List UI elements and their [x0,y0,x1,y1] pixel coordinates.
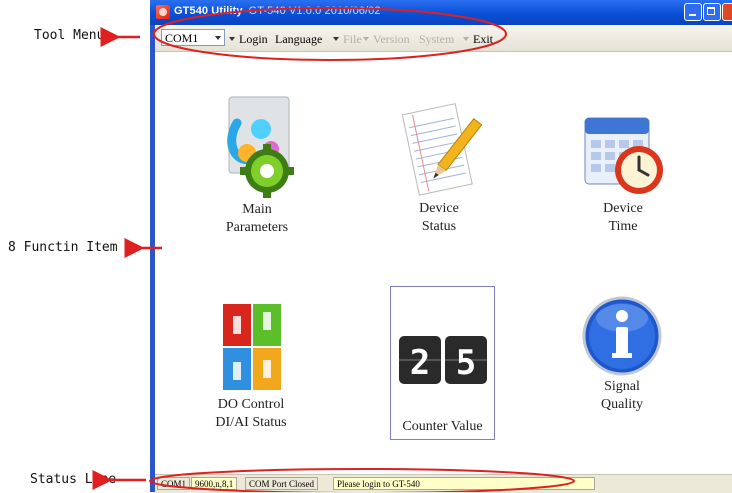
counter-display-icon: 2 5 [398,336,487,384]
window-title-name: GT540 Utility [174,5,243,17]
status-message: Please login to GT-540 [333,477,595,490]
status-settings: 9600,n,8,1 [191,477,238,490]
system-arrow-icon [463,37,469,41]
device-status-item[interactable]: Device Status [383,98,495,236]
status-port: COM1 [157,477,191,490]
maximize-button[interactable] [703,3,721,21]
app-icon [156,5,170,19]
window-border [150,0,155,492]
signal-quality-item[interactable]: Signal Quality [562,294,682,414]
device-status-label-2: Status [421,219,457,234]
calendar-clock-icon [584,117,663,194]
function-items-annotation: 8 Functin Item [8,240,118,255]
device-time-item[interactable]: Device Time [568,100,678,236]
language-arrow-icon [333,37,339,41]
counter-value-item[interactable]: 2 5 Counter Value [390,330,495,436]
system-menu[interactable]: System [419,32,454,47]
signal-quality-label-2: Quality [601,397,643,412]
do-control-item[interactable]: DO Control DI/AI Status [191,300,311,432]
switch-panel-icon [223,304,281,390]
tool-menu: COM1 Login Language File Version System … [155,25,732,52]
window-title-version: GT-540 V1.0.0 2010/06/02 [248,5,381,17]
settings-gear-icon [227,96,294,198]
device-time-label-1: Device [603,201,643,216]
close-button[interactable] [722,3,732,21]
title-bar[interactable]: GT540 Utility GT-540 V1.0.0 2010/06/02 [150,0,732,25]
dropdown-arrow-icon [229,37,235,41]
com-port-value: COM1 [165,31,199,45]
main-parameters-label-1: Main [242,202,272,217]
login-menu[interactable]: Login [239,32,268,47]
notepad-pencil-icon [401,103,482,196]
com-port-select[interactable]: COM1 [161,29,225,46]
file-arrow-icon [363,37,369,41]
counter-value-label: Counter Value [402,419,483,434]
version-menu[interactable]: Version [373,32,410,47]
device-status-label-1: Device [419,201,459,216]
minimize-button[interactable] [684,3,702,21]
file-menu[interactable]: File [343,32,362,47]
info-icon [582,296,662,376]
status-port-state: COM Port Closed [245,477,319,490]
window-title: GT540 Utility GT-540 V1.0.0 2010/06/02 [174,5,381,17]
status-line: COM1 9600,n,8,1 COM Port Closed Please l… [155,474,732,493]
chevron-down-icon [215,36,221,40]
do-control-label-2: DI/AI Status [215,415,287,430]
device-time-label-2: Time [608,219,638,234]
do-control-label-1: DO Control [217,397,285,412]
language-menu[interactable]: Language [275,32,322,47]
counter-digit-2: 5 [455,343,475,383]
main-parameters-label-2: Parameters [225,220,289,235]
main-parameters-item[interactable]: Main Parameters [198,93,316,237]
exit-menu[interactable]: Exit [473,32,493,47]
status-line-annotation: Status Line [30,472,117,487]
counter-digit-1: 2 [409,343,429,383]
tool-menu-annotation: Tool Menu [34,28,105,43]
signal-quality-label-1: Signal [604,379,640,394]
